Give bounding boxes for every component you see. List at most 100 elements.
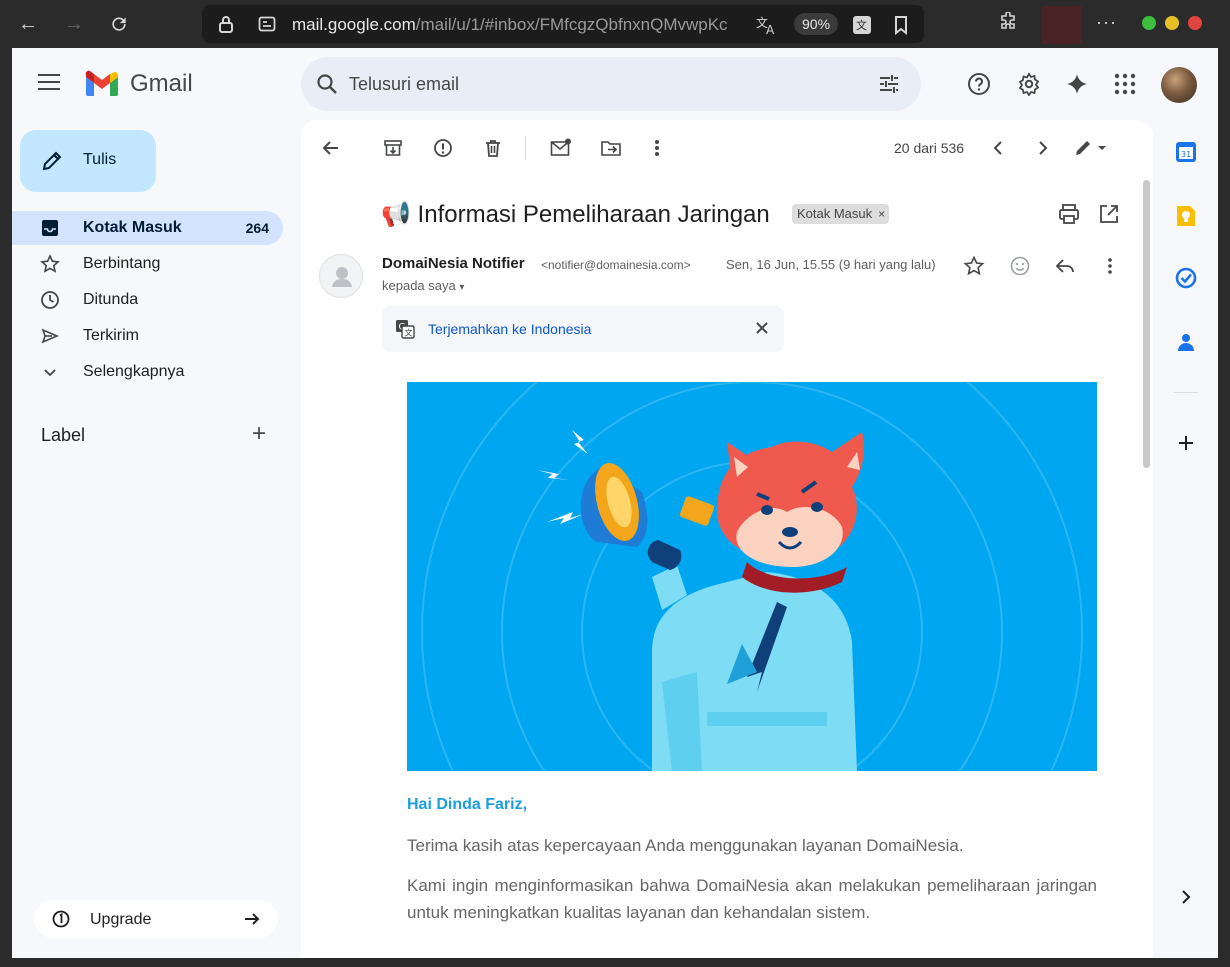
address-bar[interactable]: mail.google.com/mail/u/1/#inbox/FMfcgzQb… [202, 5, 924, 43]
sender-email[interactable]: <notifier@domainesia.com> [541, 258, 717, 272]
translate-link[interactable]: Terjemahkan ke Indonesia [428, 321, 591, 337]
back-icon[interactable]: ← [12, 8, 44, 40]
star-icon [40, 254, 60, 273]
tasks-icon[interactable] [1172, 264, 1200, 292]
more-vertical-icon[interactable] [645, 136, 669, 160]
move-to-icon[interactable] [599, 136, 623, 160]
translate-page-icon[interactable]: 文A [756, 15, 778, 40]
message-date: Sen, 16 Jun, 15.55 (9 hari yang lalu) [726, 257, 936, 272]
mark-unread-icon[interactable] [549, 136, 573, 160]
forward-icon[interactable]: → [58, 8, 90, 40]
sidebar-item-sent[interactable]: Terkirim [12, 319, 283, 353]
star-icon[interactable] [963, 255, 985, 277]
older-icon[interactable] [1031, 136, 1055, 160]
gmail-logo-text[interactable]: Gmail [130, 70, 193, 98]
reload-icon[interactable] [103, 8, 135, 40]
apps-grid-icon[interactable] [1113, 72, 1137, 96]
translate-icon: G文 [396, 320, 415, 339]
search-input[interactable] [349, 70, 849, 98]
chevron-down-icon [44, 369, 56, 377]
sidebar-item-inbox[interactable]: Kotak Masuk 264 [12, 211, 283, 245]
search-options-icon[interactable] [877, 72, 901, 96]
add-addon-icon[interactable] [1172, 429, 1200, 457]
back-to-inbox-icon[interactable] [319, 136, 343, 160]
body-paragraph: Kami ingin menginformasikan bahwa DomaiN… [407, 876, 1097, 922]
browser-profile-avatar[interactable] [1042, 6, 1082, 44]
account-avatar[interactable] [1161, 67, 1197, 103]
reply-icon[interactable] [1054, 255, 1076, 277]
sidebar-item-snoozed[interactable]: Ditunda [12, 283, 283, 317]
print-icon[interactable] [1058, 203, 1080, 225]
compose-label: Tulis [83, 151, 117, 168]
send-icon [41, 328, 60, 344]
extensions-icon[interactable] [998, 11, 1018, 37]
open-in-new-window-icon[interactable] [1098, 203, 1120, 225]
sender-name[interactable]: DomaiNesia Notifier [382, 255, 525, 272]
clock-icon [41, 291, 59, 309]
contacts-icon[interactable] [1172, 328, 1200, 356]
main-menu-icon[interactable] [38, 74, 60, 90]
report-spam-icon[interactable] [431, 136, 455, 160]
inbox-icon [42, 220, 58, 236]
delete-icon[interactable] [481, 136, 505, 160]
svg-text:31: 31 [1181, 150, 1191, 159]
recipient-details[interactable]: kepada saya ▾ [382, 278, 464, 293]
calendar-icon[interactable]: 31 [1172, 138, 1200, 166]
gmail-logo-icon[interactable] [84, 70, 120, 98]
input-tools-icon[interactable] [1071, 136, 1111, 160]
body-paragraph: Terima kasih atas kepercayaan Anda mengg… [407, 836, 964, 855]
message-view: 20 dari 536 📢 Informasi Pemeliharaan Jar… [301, 120, 1153, 958]
compose-button[interactable]: Tulis [20, 130, 156, 192]
sidebar-item-starred[interactable]: Berbintang [12, 247, 283, 281]
svg-text:文: 文 [856, 18, 867, 32]
scrollbar-thumb[interactable] [1143, 180, 1150, 468]
lock-icon[interactable] [218, 15, 234, 38]
upgrade-button[interactable]: Upgrade [34, 900, 278, 938]
toolbar-divider [525, 136, 526, 160]
sender-avatar[interactable] [319, 254, 363, 298]
sidebar-item-label: Terkirim [83, 327, 139, 344]
immersive-translate-icon[interactable]: 文 [852, 15, 872, 40]
pagination-text: 20 dari 536 [894, 140, 965, 156]
remove-label-icon[interactable]: × [878, 207, 885, 221]
minimize-icon[interactable] [1142, 16, 1156, 30]
reading-list-icon[interactable] [892, 15, 910, 40]
keep-icon[interactable] [1172, 202, 1200, 230]
gemini-sparkle-icon[interactable] [1065, 72, 1089, 96]
newer-icon[interactable] [986, 136, 1010, 160]
add-label-icon[interactable]: + [252, 422, 274, 446]
close-icon[interactable] [752, 318, 772, 338]
arrow-right-icon [245, 913, 260, 925]
zoom-badge[interactable]: 90% [794, 13, 839, 35]
settings-gear-icon[interactable] [1017, 72, 1041, 96]
hero-illustration [407, 382, 1097, 771]
upgrade-icon [52, 910, 70, 928]
search-bar[interactable] [301, 57, 921, 111]
sidebar-item-label: Ditunda [83, 291, 139, 308]
more-options-icon[interactable] [1099, 255, 1121, 277]
svg-text:A: A [766, 23, 775, 35]
browser-toolbar: ← → mail.google.com/mail/u/1/#inbox/FMfc… [0, 0, 1230, 48]
inbox-label-badge[interactable]: Kotak Masuk × [792, 204, 890, 224]
maximize-icon[interactable] [1165, 16, 1179, 30]
greeting: Hai Dinda Fariz, [407, 796, 528, 813]
search-icon[interactable] [315, 72, 339, 96]
labels-heading: Label [41, 425, 86, 445]
site-settings-icon[interactable] [258, 15, 276, 38]
url-text[interactable]: mail.google.com/mail/u/1/#inbox/FMfcgzQb… [292, 15, 747, 35]
expand-panel-icon[interactable] [1172, 883, 1200, 911]
emoji-reaction-icon[interactable] [1009, 255, 1031, 277]
sidebar-item-more[interactable]: Selengkapnya [12, 355, 283, 389]
more-icon[interactable]: ··· [1096, 12, 1117, 33]
archive-icon[interactable] [381, 136, 405, 160]
message-subject: 📢 Informasi Pemeliharaan Jaringan [381, 201, 770, 228]
rail-divider [1174, 392, 1198, 393]
gmail-app: Gmail Tulis Kotak Masuk 264 Berbintang D… [12, 48, 1218, 958]
help-icon[interactable] [967, 72, 991, 96]
translate-banner: G文 Terjemahkan ke Indonesia [382, 306, 784, 352]
unread-count-badge: 264 [245, 220, 269, 236]
scrollbar[interactable] [1141, 176, 1151, 958]
sidebar-item-label: Selengkapnya [83, 363, 185, 380]
close-window-icon[interactable] [1188, 16, 1202, 30]
upgrade-label: Upgrade [90, 911, 152, 928]
